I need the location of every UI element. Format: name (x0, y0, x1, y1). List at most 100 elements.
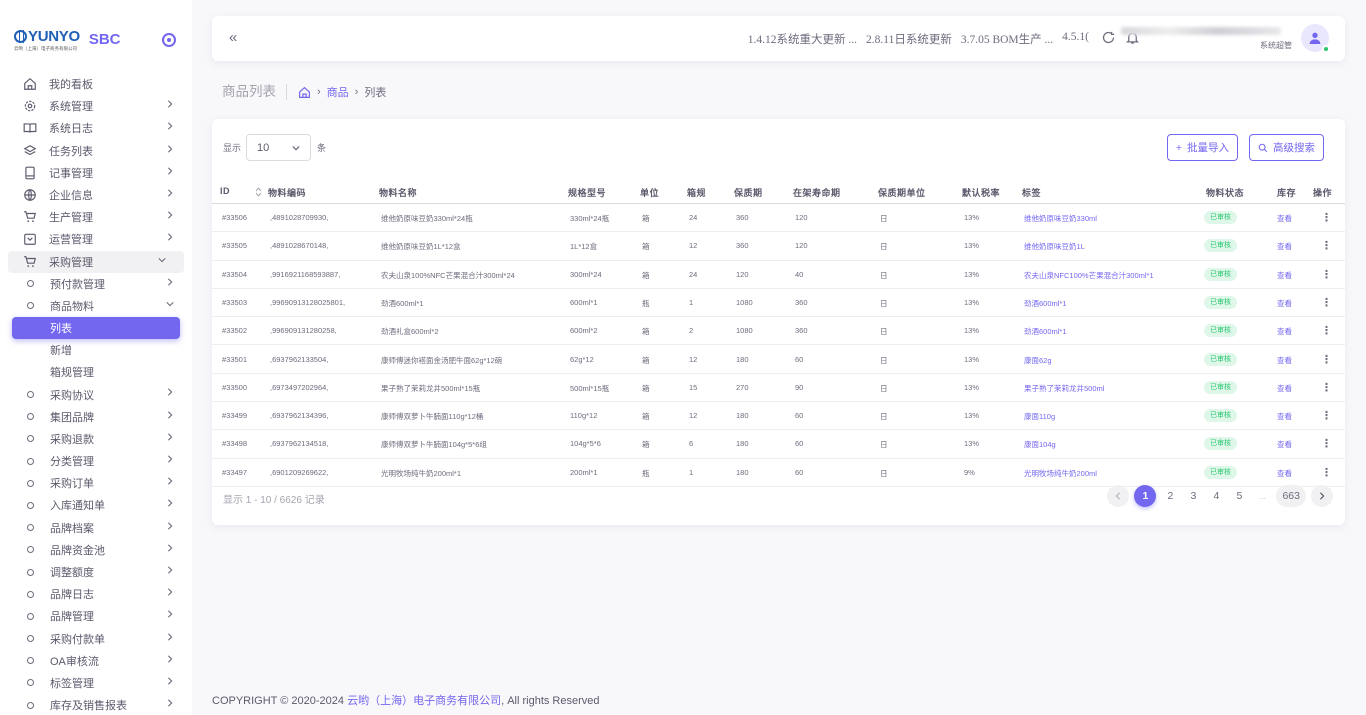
sidebar-pin-toggle[interactable] (162, 33, 176, 47)
cell-tag[interactable]: 劲酒600ml*1 (1024, 326, 1067, 337)
cell-tag[interactable]: 劲酒600ml*1 (1024, 298, 1067, 309)
cell-spec: 104g*5*6 (570, 439, 601, 449)
avatar[interactable] (1301, 24, 1330, 53)
view-stock-link[interactable]: 查看 (1277, 439, 1292, 450)
breadcrumb-product[interactable]: 商品 (327, 84, 349, 100)
more-actions-icon[interactable]: ⋮ (1321, 409, 1332, 422)
page-button[interactable]: 4 (1207, 485, 1225, 507)
sidebar-item-7[interactable]: 生产管理 (0, 206, 192, 228)
cell-shelf_unit: 日 (880, 270, 888, 280)
more-actions-icon[interactable]: ⋮ (1321, 381, 1332, 394)
sidebar-subitem-17[interactable]: 库存及销售报表 (0, 694, 192, 715)
sidebar-item-4[interactable]: 任务列表 (0, 140, 192, 162)
view-stock-link[interactable]: 查看 (1277, 241, 1292, 252)
cell-tax: 13% (964, 297, 980, 307)
sidebar-subitem-4[interactable]: 集团品牌 (0, 406, 192, 428)
sidebar-subitem-8[interactable]: 入库通知单 (0, 494, 192, 516)
more-actions-icon[interactable]: ⋮ (1321, 353, 1332, 366)
cell-shelf: 1080 (736, 297, 753, 307)
cell-box: 2 (689, 326, 694, 336)
cell-tag[interactable]: 维他奶原味豆奶330ml (1024, 213, 1097, 224)
more-actions-icon[interactable]: ⋮ (1321, 466, 1332, 479)
advanced-search-button[interactable]: 高级搜索 (1249, 134, 1324, 161)
sidebar-subitem-5[interactable]: 采购退款 (0, 428, 192, 450)
more-actions-icon[interactable]: ⋮ (1321, 239, 1332, 252)
sidebar-leaf-3[interactable]: 箱规管理 (0, 361, 192, 383)
sidebar-subitem-3[interactable]: 采购协议 (0, 383, 192, 405)
sidebar-item-5[interactable]: 记事管理 (0, 162, 192, 184)
sidebar-subitem-1[interactable]: 预付款管理 (0, 273, 192, 295)
theme-toggle-icon[interactable] (1101, 30, 1117, 46)
view-stock-link[interactable]: 查看 (1277, 355, 1292, 366)
sidebar-subitem-label: 分类管理 (50, 456, 94, 469)
sidebar-item-6[interactable]: 企业信息 (0, 184, 192, 206)
more-actions-icon[interactable]: ⋮ (1321, 324, 1332, 337)
company-link[interactable]: 云哟（上海）电子商务有限公司 (347, 695, 501, 707)
next-page-button[interactable] (1311, 485, 1333, 507)
cell-tag[interactable]: 光明牧场纯牛奶200ml (1024, 468, 1097, 479)
page-button[interactable]: 5 (1230, 485, 1248, 507)
column-header[interactable]: ID (220, 186, 230, 196)
cell-shelf: 180 (736, 439, 749, 449)
cell-unit: 箱 (642, 412, 650, 422)
view-stock-link[interactable]: 查看 (1277, 298, 1292, 309)
notice-ticker[interactable]: 1.4.12系统重大更新 ... 2.8.11日系统更新 3.7.05 BOM生产 … (748, 31, 1089, 47)
notice-item[interactable]: 2.8.11日系统更新 (866, 31, 952, 47)
cell-tag[interactable]: 农夫山泉NFC100%芒果混合汁300ml*1 (1024, 270, 1154, 281)
sidebar-subitem-16[interactable]: 标签管理 (0, 672, 192, 694)
sidebar-subitem-6[interactable]: 分类管理 (0, 450, 192, 472)
cell-tag[interactable]: 果子熟了茉莉龙井500ml (1024, 383, 1104, 394)
sidebar-subitem-7[interactable]: 采购订单 (0, 472, 192, 494)
cell-tag[interactable]: 康面62g (1024, 355, 1052, 366)
sidebar-leaf-1[interactable]: 列表 (12, 317, 180, 340)
cell-tag[interactable]: 康面104g (1024, 439, 1056, 450)
sidebar-item-1[interactable]: 我的看板 (0, 73, 192, 95)
sidebar-subitem-15[interactable]: OA审核流 (0, 650, 192, 672)
notice-item[interactable]: 4.5.1( (1062, 31, 1089, 47)
more-actions-icon[interactable]: ⋮ (1321, 296, 1332, 309)
sidebar-subitem-10[interactable]: 品牌资金池 (0, 539, 192, 561)
page-button[interactable]: 2 (1161, 485, 1179, 507)
page-button[interactable]: 3 (1184, 485, 1202, 507)
page-button[interactable]: 1 (1134, 485, 1157, 507)
collapse-sidebar-button[interactable]: « (229, 29, 237, 46)
sidebar-subitem-9[interactable]: 品牌档案 (0, 517, 192, 539)
sidebar-subitem-12[interactable]: 品牌日志 (0, 583, 192, 605)
sidebar-leaf-label: 列表 (50, 323, 72, 336)
home-icon[interactable] (298, 86, 311, 99)
more-actions-icon[interactable]: ⋮ (1321, 211, 1332, 224)
chevron-right-icon (166, 588, 176, 598)
sidebar-leaf-2[interactable]: 新增 (0, 339, 192, 361)
sidebar-item-label: 记事管理 (49, 167, 93, 180)
view-stock-link[interactable]: 查看 (1277, 468, 1292, 479)
table-row: #33503 ,99690913128025801, 劲酒600ml*1 600ml*… (212, 289, 1345, 318)
sidebar-subitem-13[interactable]: 品牌管理 (0, 605, 192, 627)
more-actions-icon[interactable]: ⋮ (1321, 268, 1332, 281)
prev-page-button[interactable] (1107, 485, 1130, 507)
notice-item[interactable]: 3.7.05 BOM生产 ... (961, 31, 1053, 47)
sort-icon[interactable] (255, 187, 262, 200)
view-stock-link[interactable]: 查看 (1277, 213, 1292, 224)
sidebar-subitem-14[interactable]: 采购付款单 (0, 628, 192, 650)
sidebar-item-purchase[interactable]: 采购管理 (8, 250, 184, 273)
sidebar-subitem-11[interactable]: 调整额度 (0, 561, 192, 583)
view-stock-link[interactable]: 查看 (1277, 270, 1292, 281)
view-stock-link[interactable]: 查看 (1277, 383, 1292, 394)
column-header: 在架寿命期 (793, 188, 841, 198)
cell-spec: 600ml*1 (570, 297, 598, 307)
notice-item[interactable]: 1.4.12系统重大更新 ... (748, 31, 857, 47)
view-stock-link[interactable]: 查看 (1277, 326, 1292, 337)
sidebar-item-2[interactable]: 系统管理 (0, 95, 192, 117)
cell-life: 60 (795, 439, 804, 449)
page-size-select[interactable]: 10 (246, 134, 312, 161)
cell-tag[interactable]: 康面110g (1024, 411, 1055, 422)
page-button[interactable]: 663 (1276, 485, 1306, 507)
brand[interactable]: YUNYO 云哟（上海）电子商务有限公司 SBC (14, 28, 121, 52)
sidebar-item-8[interactable]: 运营管理 (0, 228, 192, 250)
more-actions-icon[interactable]: ⋮ (1321, 437, 1332, 450)
view-stock-link[interactable]: 查看 (1277, 411, 1292, 422)
sidebar-item-3[interactable]: 系统日志 (0, 117, 192, 139)
sidebar-subitem-2[interactable]: 商品物料 (0, 295, 192, 317)
batch-import-button[interactable]: + 批量导入 (1166, 134, 1238, 161)
cell-tag[interactable]: 维他奶原味豆奶1L (1024, 241, 1085, 252)
